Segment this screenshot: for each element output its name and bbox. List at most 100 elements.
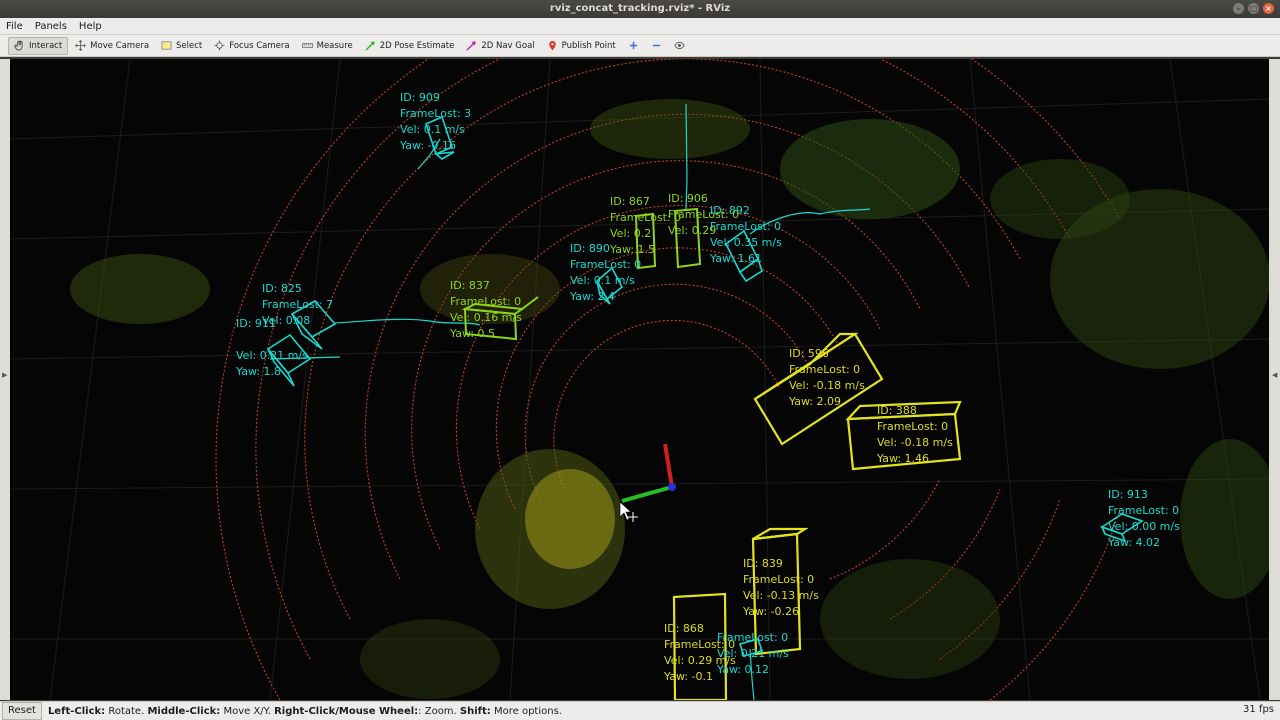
- track-framelost: FrameLost: 0: [717, 631, 789, 644]
- close-icon[interactable]: ×: [1263, 3, 1274, 14]
- track-velocity: Vel: 0.21 m/s: [717, 647, 789, 660]
- track-velocity: Vel: -0.18 m/s: [789, 379, 865, 392]
- right-panel-collapse-bar[interactable]: ◀: [1269, 59, 1280, 700]
- tool-move-camera-button[interactable]: Move Camera: [70, 37, 154, 55]
- track-velocity: Vel: 0.00 m/s: [1108, 520, 1180, 533]
- track-framelost: [236, 332, 308, 348]
- track-yaw: Yaw: 2.4: [570, 290, 616, 303]
- track-label-890: ID: 890 FrameLost: 0 Vel: 0.1 m/s Yaw: 2…: [570, 241, 641, 305]
- measure-icon: [301, 40, 313, 51]
- track-velocity: Vel: 0.1 m/s: [400, 123, 465, 136]
- tool-2d-pose-estimate-label: 2D Pose Estimate: [379, 40, 455, 51]
- track-label-596: ID: 596 FrameLost: 0 Vel: -0.18 m/s Yaw:…: [789, 346, 865, 410]
- menu-panels[interactable]: Panels: [29, 21, 73, 32]
- tool-publish-point-button[interactable]: Publish Point: [542, 37, 621, 55]
- track-label-839: ID: 839 FrameLost: 0 Vel: -0.13 m/s Yaw:…: [743, 556, 819, 620]
- hint-right-click-desc: : Zoom.: [418, 705, 460, 717]
- track-id: ID: 913: [1108, 488, 1148, 501]
- hint-shift: Shift:: [459, 705, 491, 717]
- track-label-small: FrameLost: 0 Vel: 0.21 m/s Yaw: 0.12: [717, 630, 789, 678]
- tool-measure-button[interactable]: Measure: [297, 37, 358, 55]
- track-yaw: Yaw: 2.09: [789, 395, 842, 408]
- track-framelost: FrameLost: 0: [877, 420, 949, 433]
- menu-file[interactable]: File: [0, 21, 29, 32]
- fps-counter: 31 fps: [1243, 704, 1274, 715]
- track-framelost: FrameLost: 0: [570, 258, 642, 271]
- tool-move-camera-label: Move Camera: [90, 40, 150, 51]
- track-velocity: Vel: 0.16 m/s: [450, 311, 522, 324]
- minimize-icon[interactable]: –: [1233, 3, 1244, 14]
- expand-right-icon: ◀: [1272, 371, 1278, 379]
- remove-tool-button[interactable]: [646, 37, 667, 55]
- track-framelost: FrameLost: 3: [400, 107, 472, 120]
- track-id: ID: 890: [570, 242, 610, 255]
- reset-button[interactable]: Reset: [2, 702, 42, 720]
- track-framelost: FrameLost: 0: [710, 220, 782, 233]
- tool-measure-label: Measure: [316, 40, 353, 51]
- track-yaw: Yaw: 4.02: [1108, 536, 1161, 549]
- track-label-909: ID: 909 FrameLost: 3 Vel: 0.1 m/s Yaw: -…: [400, 90, 471, 154]
- hint-shift-desc: More options.: [490, 705, 562, 717]
- track-yaw: Yaw: -0.26: [743, 605, 800, 618]
- track-framelost: FrameLost: 0: [789, 363, 861, 376]
- track-id: ID: 825: [262, 282, 302, 295]
- track-id: ID: 596: [789, 347, 829, 360]
- expand-left-icon: ▶: [2, 371, 8, 379]
- pose-estimate-icon: [365, 40, 376, 51]
- tool-interact-button[interactable]: Interact: [8, 36, 69, 55]
- tool-publish-point-label: Publish Point: [561, 40, 616, 51]
- tool-focus-camera-label: Focus Camera: [229, 40, 290, 51]
- track-yaw: Yaw: 1.46: [877, 452, 930, 465]
- left-panel-collapse-bar[interactable]: ▶: [0, 59, 10, 700]
- track-yaw: Yaw: 1.8: [236, 365, 282, 378]
- track-label-837: ID: 837 FrameLost: 0 Vel: 0.16 m/s Yaw: …: [450, 278, 522, 342]
- base-link-axes: [621, 443, 676, 503]
- track-framelost: FrameLost: 0: [743, 573, 815, 586]
- add-tool-button[interactable]: [623, 37, 644, 55]
- track-id: ID: 839: [743, 557, 783, 570]
- track-velocity: Vel: -0.13 m/s: [743, 589, 819, 602]
- tool-select-button[interactable]: Select: [156, 37, 207, 55]
- hint-left-click-desc: Rotate.: [105, 705, 148, 717]
- status-hint: Left-Click: Rotate. Middle-Click: Move X…: [48, 706, 562, 717]
- maximize-icon[interactable]: □: [1248, 3, 1259, 14]
- track-framelost: FrameLost: 0: [1108, 504, 1180, 517]
- hint-right-click: Right-Click/Mouse Wheel:: [274, 705, 419, 717]
- tool-select-label: Select: [176, 40, 203, 51]
- tool-2d-nav-goal-button[interactable]: 2D Nav Goal: [461, 37, 539, 55]
- menu-bar: File Panels Help: [0, 18, 1280, 35]
- track-id: ID: 909: [400, 91, 440, 104]
- track-velocity: Vel: 0.35 m/s: [710, 236, 782, 249]
- select-icon: [161, 40, 172, 51]
- track-yaw: Yaw: 0.12: [717, 663, 770, 676]
- eye-icon: [674, 40, 685, 51]
- hint-middle-click: Middle-Click:: [147, 705, 221, 717]
- track-framelost: FrameLost: 7: [262, 298, 334, 311]
- window-titlebar: rviz_concat_tracking.rviz* - RViz – □ ×: [0, 0, 1280, 18]
- tool-focus-camera-button[interactable]: Focus Camera: [209, 37, 294, 55]
- render-viewport[interactable]: ID: 909 FrameLost: 3 Vel: 0.1 m/s Yaw: -…: [10, 59, 1269, 700]
- status-bar: Reset Left-Click: Rotate. Middle-Click: …: [0, 701, 1280, 720]
- track-yaw: Yaw: 0.5: [450, 327, 496, 340]
- track-id: ID: 837: [450, 279, 490, 292]
- hint-left-click: Left-Click:: [47, 705, 106, 717]
- track-framelost: FrameLost: 0: [450, 295, 522, 308]
- view-options-button[interactable]: [669, 37, 690, 55]
- track-label-388: ID: 388 FrameLost: 0 Vel: -0.18 m/s Yaw:…: [877, 403, 953, 467]
- track-id: ID: 388: [877, 404, 917, 417]
- point-cloud-scene: [10, 59, 1269, 700]
- window-controls: – □ ×: [1233, 3, 1274, 14]
- track-id: ID: 911: [236, 317, 276, 330]
- menu-help[interactable]: Help: [73, 21, 108, 32]
- track-label-913: ID: 913 FrameLost: 0 Vel: 0.00 m/s Yaw: …: [1108, 487, 1180, 551]
- publish-point-icon: [547, 40, 558, 51]
- track-label-911: ID: 911 Vel: 0.21 m/s Yaw: 1.8: [236, 316, 308, 380]
- plus-icon: [628, 40, 639, 51]
- track-label-892: ID: 892 FrameLost: 0 Vel: 0.35 m/s Yaw: …: [710, 203, 782, 267]
- nav-goal-icon: [466, 40, 477, 51]
- move-camera-icon: [75, 40, 86, 51]
- tool-2d-pose-estimate-button[interactable]: 2D Pose Estimate: [360, 37, 460, 55]
- track-yaw: Yaw: -0.16: [400, 139, 457, 152]
- vegetation-points: [70, 99, 1269, 699]
- hand-icon: [14, 40, 25, 51]
